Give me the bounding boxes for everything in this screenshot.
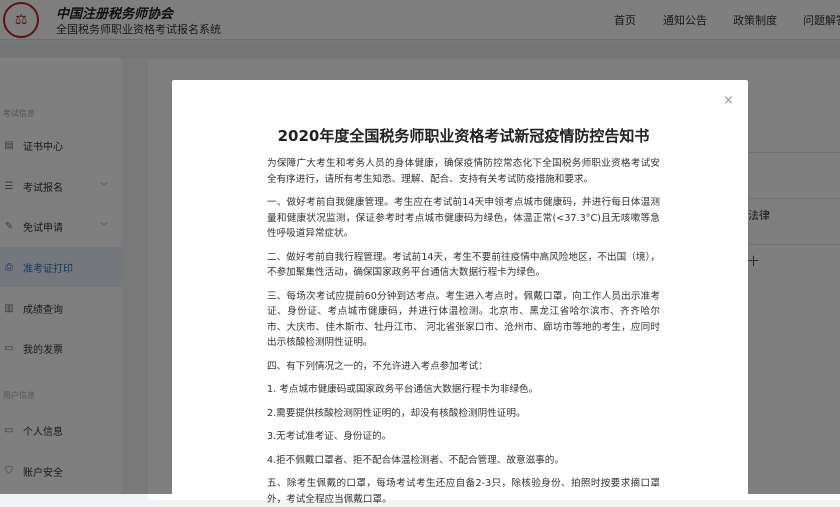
notice-modal: × 2020年度全国税务师职业资格考试新冠疫情防控告知书 为保障广大考生和考务人… (172, 80, 748, 505)
notice-paragraph: 二、做好考前自我行程管理。考试前14天，考生不要前往疫情中高风险地区，不出国（境… (267, 251, 660, 279)
notice-paragraph: 四、有下列情况之一的，不允许进入考点参加考试： (267, 360, 488, 372)
notice-paragraph: 一、做好考前自我健康管理。考生应在考试前14天申领考点城市健康码，并进行每日体温… (267, 197, 660, 239)
notice-paragraph: 2.需要提供核酸检测阴性证明的，却没有核酸检测阴性证明。 (267, 407, 526, 419)
notice-paragraph: 三、每场次考试应提前60分钟到达考点。考生进入考点时，佩戴口罩，向工作人员出示准… (267, 290, 660, 349)
notice-paragraph: 1. 考点城市健康码或国家政务平台通信大数据行程卡为非绿色。 (267, 384, 539, 395)
notice-paragraph: 五、除考生佩戴的口罩，每场考试考生还应自备2-3只，除核验身份、拍照时按要求摘口… (267, 478, 660, 505)
notice-paragraph: 4.拒不佩戴口罩者、拒不配合体温检测者、不配合管理、故意滋事的。 (267, 454, 564, 466)
close-icon[interactable]: × (723, 93, 734, 108)
notice-paragraph: 3.无考试准考证、身份证的。 (267, 431, 392, 442)
modal-title: 2020年度全国税务师职业资格考试新冠疫情防控告知书 (277, 127, 650, 145)
notice-paragraph: 为保障广大考生和考务人员的身体健康，确保疫情防控常态化下全国税务师职业资格考试安… (267, 158, 660, 185)
